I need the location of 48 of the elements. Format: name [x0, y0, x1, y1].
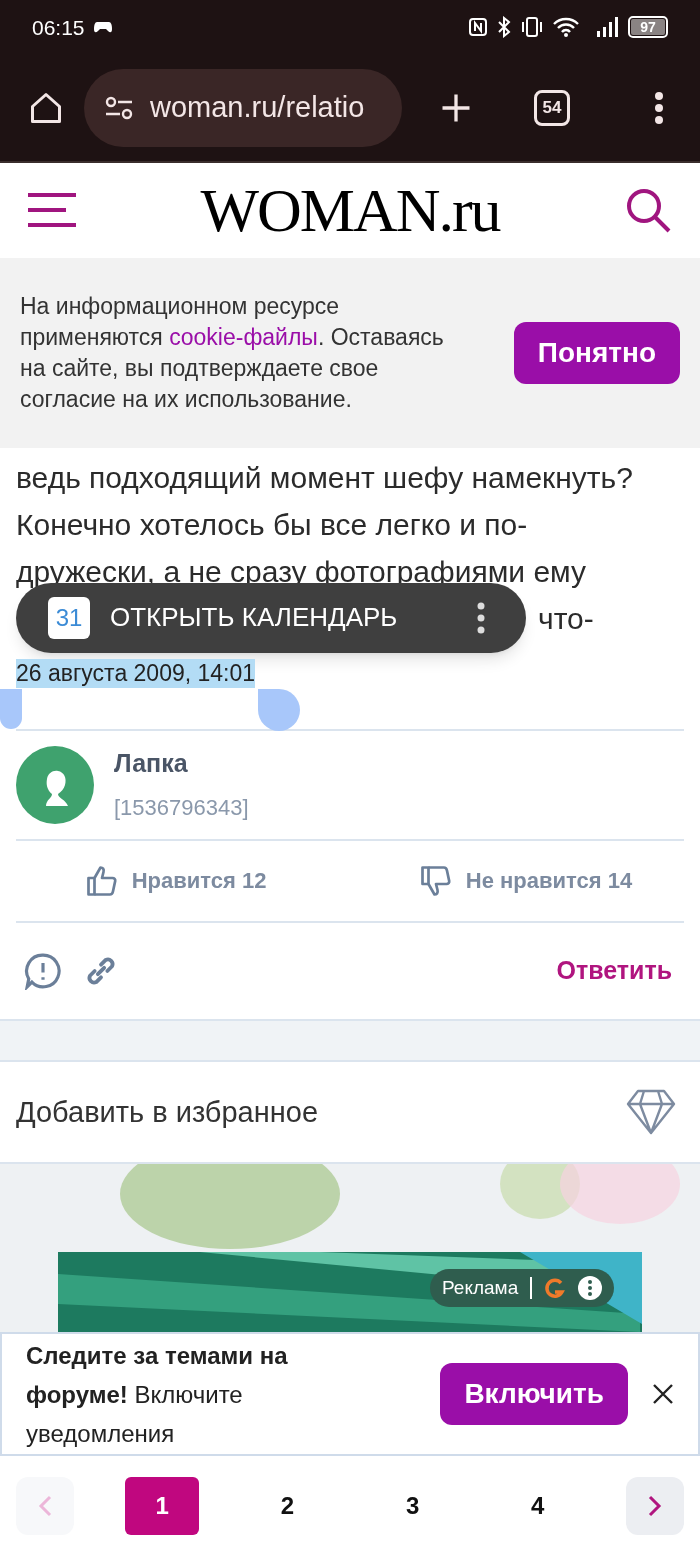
- notification-text: Следите за темами на форуме! Включите уведомления: [26, 1340, 289, 1449]
- ad-text: Реклама: [442, 1276, 519, 1301]
- author-id: [1536796343]: [114, 793, 249, 822]
- page-button[interactable]: 3: [375, 1477, 450, 1536]
- site-logo[interactable]: WOMAN.ru: [76, 179, 624, 242]
- avatar-icon: [16, 745, 94, 824]
- more-icon[interactable]: [578, 1276, 603, 1301]
- address-bar[interactable]: woman.ru/relatio: [84, 68, 402, 147]
- signal-icon: [596, 17, 620, 38]
- more-icon[interactable]: [654, 90, 664, 125]
- wifi-icon: [552, 16, 580, 39]
- tab-count-button[interactable]: 54: [534, 89, 570, 126]
- author-name[interactable]: Лапка: [114, 745, 249, 783]
- cookie-link[interactable]: cookie-файлы: [169, 323, 318, 350]
- menu-icon[interactable]: [28, 193, 76, 228]
- more-icon[interactable]: [476, 601, 486, 634]
- ad-network-icon: [544, 1277, 567, 1300]
- site-settings-icon: [104, 94, 134, 121]
- chevron-right-icon: [647, 1495, 662, 1518]
- post-text-line: ведь подходящий момент шефу намекнуть?: [16, 459, 634, 496]
- post-text-line: Конечно хотелось бы все легко и по-: [16, 506, 529, 543]
- reply-button[interactable]: Ответить: [556, 951, 672, 990]
- page-button[interactable]: 2: [250, 1477, 325, 1536]
- battery-level: 97: [640, 20, 656, 35]
- diamond-icon[interactable]: [626, 1089, 676, 1136]
- page-button[interactable]: 4: [500, 1477, 575, 1536]
- calendar-day-icon: 31: [48, 596, 90, 639]
- chevron-left-icon: [38, 1495, 52, 1518]
- search-icon[interactable]: [624, 186, 672, 235]
- ad-label[interactable]: Реклама: [430, 1269, 615, 1308]
- clock: 06:15: [32, 14, 85, 41]
- post-text-fragment: что-: [538, 600, 594, 637]
- url-text: woman.ru/relatio: [150, 90, 365, 126]
- accept-button[interactable]: Понятно: [513, 321, 680, 384]
- post-date: 26 августа 2009, 14:01: [16, 658, 256, 688]
- page-button[interactable]: 1: [125, 1477, 200, 1536]
- bluetooth-icon: [496, 16, 512, 39]
- selection-handle[interactable]: [258, 688, 300, 731]
- add-to-favorites-label[interactable]: Добавить в избранное: [16, 1090, 318, 1135]
- selection-handle[interactable]: [0, 688, 22, 729]
- close-icon[interactable]: [652, 1383, 674, 1406]
- report-icon[interactable]: [24, 951, 62, 990]
- open-calendar-label: ОТКРЫТЬ КАЛЕНДАРЬ: [110, 601, 398, 635]
- vibrate-icon: [520, 16, 544, 39]
- nfc-icon: [468, 17, 488, 38]
- enable-button[interactable]: Включить: [440, 1363, 628, 1426]
- cookie-notice-text: На информационном ресурсе применяются cookie-файлы. Оставаясь на сайте, вы подтверждаете свое согласие на их использование.: [20, 291, 445, 414]
- next-page-button[interactable]: [625, 1477, 684, 1536]
